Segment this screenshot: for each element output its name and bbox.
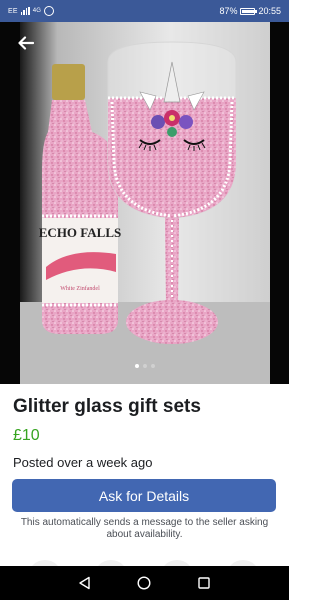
clock-time: 20:55 (258, 6, 281, 16)
battery-percent: 87% (219, 6, 238, 16)
system-nav-bar (0, 566, 289, 600)
status-left: EE 4G (8, 6, 55, 16)
bottle-cap (52, 64, 85, 100)
marketplace-listing-screen: EE 4G 87% 20:55 ECHO FALLS White Zinfand… (0, 0, 289, 600)
listing-title: Glitter glass gift sets (13, 396, 201, 417)
triangle-back-icon (79, 576, 90, 590)
network-type-text: 4G (32, 8, 42, 14)
pager-dot[interactable] (134, 364, 139, 368)
back-button[interactable] (12, 30, 40, 56)
square-recents-icon (198, 577, 210, 589)
signal-icon (20, 7, 30, 15)
system-back-button[interactable] (72, 570, 98, 596)
system-home-button[interactable] (131, 570, 157, 596)
bottle-variety-text: White Zinfandel (60, 285, 100, 292)
pager-dot[interactable] (142, 364, 147, 368)
system-recents-button[interactable] (191, 570, 217, 596)
listing-photo: ECHO FALLS White Zinfandel (0, 22, 289, 384)
carrier-text: EE (8, 7, 18, 15)
circle-home-icon (137, 576, 151, 590)
battery-level (242, 9, 254, 13)
listing-price: £10 (13, 427, 40, 444)
battery-icon (240, 7, 258, 15)
photo-pager-dots (0, 364, 289, 368)
listing-photo-carousel[interactable]: ECHO FALLS White Zinfandel (0, 22, 289, 384)
status-bar: EE 4G 87% 20:55 (0, 0, 289, 22)
ask-for-details-button[interactable]: Ask for Details (12, 479, 276, 512)
status-right: 87% 20:55 (219, 6, 281, 16)
posted-time: Posted over a week ago (13, 455, 153, 470)
arrow-left-icon (18, 36, 34, 50)
ask-note-text: This automatically sends a message to th… (20, 517, 269, 540)
bottle-brand-text: ECHO FALLS (39, 225, 121, 240)
whatsapp-icon (44, 6, 55, 16)
pager-dot[interactable] (150, 364, 155, 368)
